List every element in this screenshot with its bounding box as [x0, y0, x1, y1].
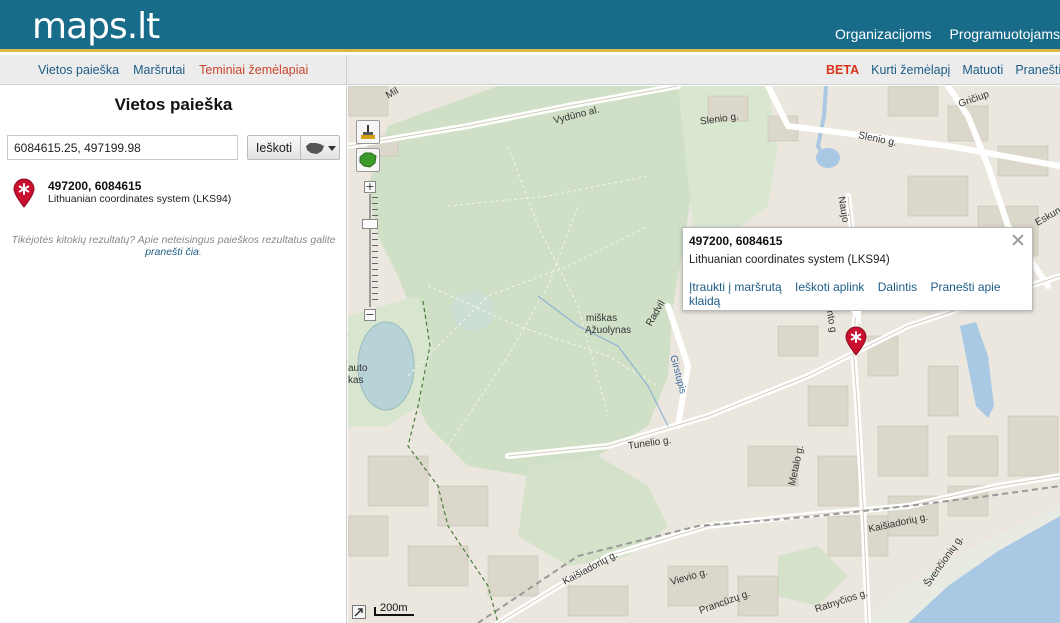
region-dropdown-button[interactable]: [301, 135, 340, 160]
nav-programuotojams[interactable]: Programuotojams: [950, 26, 1060, 42]
popup-subtitle: Lithuanian coordinates system (LKS94): [689, 254, 890, 266]
search-button[interactable]: Ieškoti: [247, 135, 301, 160]
feedback-hint: Tikėjotės kitokių rezultatų? Apie neteis…: [8, 234, 339, 258]
zoom-control: + −: [362, 181, 378, 321]
map-marker-icon[interactable]: [844, 326, 868, 356]
scale-label: 200m: [380, 602, 408, 614]
popup-links: Įtraukti į maršrutą Ieškoti aplink Dalin…: [689, 280, 1019, 308]
expand-icon[interactable]: [352, 605, 366, 619]
sub-nav-left: Vietos paieška Maršrutai Teminiai žemėla…: [0, 55, 347, 85]
sub-nav: Vietos paieška Maršrutai Teminiai žemėla…: [0, 55, 1060, 85]
share-link[interactable]: Dalintis: [878, 280, 917, 294]
zoom-in-button[interactable]: +: [364, 181, 376, 193]
top-nav: Organizacijoms Programuotojams: [835, 26, 1060, 42]
zoom-out-button[interactable]: −: [364, 309, 376, 321]
top-header: maps.lt Organizacijoms Programuotojams: [0, 0, 1060, 52]
search-nearby-link[interactable]: Ieškoti aplink: [795, 280, 864, 294]
tab-teminiai-zemelapiai[interactable]: Teminiai žemėlapiai: [199, 63, 308, 77]
result-subtitle: Lithuanian coordinates system (LKS94): [48, 193, 232, 205]
matuoti-link[interactable]: Matuoti: [962, 63, 1003, 77]
tab-marsrutai[interactable]: Maršrutai: [133, 63, 185, 77]
nav-organizacijoms[interactable]: Organizacijoms: [835, 26, 931, 42]
chevron-down-icon: [328, 146, 336, 151]
scale-tick: [374, 607, 376, 616]
report-link[interactable]: pranešti čia: [145, 246, 199, 258]
pranesti-link[interactable]: Pranešti a: [1015, 63, 1060, 77]
zoom-slider-handle[interactable]: [362, 219, 378, 229]
site-logo[interactable]: maps.lt: [32, 6, 160, 47]
hint-text: Tikėjotės kitokių rezultatų? Apie neteis…: [11, 234, 336, 246]
lithuania-map-icon: [306, 143, 324, 154]
search-result-item[interactable]: 497200, 6084615 Lithuanian coordinates s…: [12, 178, 332, 218]
map-style-icon: [361, 125, 375, 139]
satellite-layer-button[interactable]: [356, 148, 380, 172]
park-label: miškas: [586, 313, 618, 324]
add-to-route-link[interactable]: Įtraukti į maršrutą: [689, 280, 782, 294]
arrow-diagonal-icon: [354, 608, 363, 617]
zoom-track: [369, 194, 371, 307]
page-title: Vietos paieška: [114, 95, 233, 114]
lithuania-layer-icon: [359, 152, 377, 168]
map-style-button[interactable]: [356, 120, 380, 144]
map-pin-icon: [13, 178, 35, 208]
sub-nav-right: BETA Kurti žemėlapį Matuoti Pranešti a: [826, 55, 1060, 85]
kurti-zemelapi-link[interactable]: Kurti žemėlapį: [871, 63, 950, 77]
scale-line: [374, 614, 414, 616]
zoom-ticks: [372, 197, 378, 305]
search-input[interactable]: [7, 135, 238, 160]
park-label: Ąžuolynas: [585, 325, 632, 336]
place-label: kas: [348, 375, 364, 386]
close-icon[interactable]: [1012, 234, 1024, 246]
result-title: 497200, 6084615: [48, 179, 142, 193]
sidebar: Vietos paieška Ieškoti 497200, 6084615 L…: [0, 86, 347, 623]
map-canvas[interactable]: Vydūno al. Slenio g. Slenio g. miškas Ąž…: [348, 86, 1060, 623]
popup-title: 497200, 6084615: [689, 234, 783, 248]
tab-vietos-paieska[interactable]: Vietos paieška: [38, 63, 119, 77]
location-popup: 497200, 6084615 Lithuanian coordinates s…: [682, 227, 1033, 325]
place-label: auto: [348, 363, 368, 374]
hint-end: .: [198, 246, 202, 258]
beta-badge: BETA: [826, 63, 860, 77]
